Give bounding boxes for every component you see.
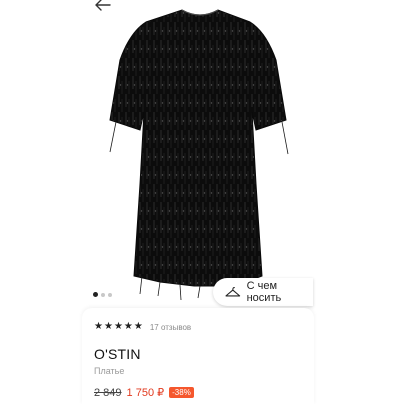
star-icon: ★ (133, 321, 143, 332)
star-icon: ★ (94, 321, 103, 332)
product-info-card: ★ ★ ★ ★ ★ 17 отзывов O'STIN Платье 2 849… (82, 308, 314, 404)
hanger-icon (225, 287, 241, 297)
product-image-dress[interactable] (96, 4, 304, 304)
price-row: 2 849 1 750 ₽ -38% (94, 386, 194, 399)
gallery-pagination[interactable] (93, 292, 112, 297)
product-screen: С чем носить ★ ★ ★ ★ ★ 17 отзывов O'STIN… (0, 0, 400, 404)
rating-row[interactable]: ★ ★ ★ ★ ★ 17 отзывов (94, 322, 191, 332)
reviews-count[interactable]: 17 отзывов (150, 323, 191, 332)
what-to-wear-button[interactable]: С чем носить (213, 278, 313, 306)
star-icon: ★ (103, 321, 113, 332)
what-to-wear-label: С чем носить (246, 280, 282, 304)
star-icon: ★ (113, 321, 123, 332)
sale-price: 1 750 ₽ (126, 387, 165, 399)
old-price: 2 849 (94, 386, 122, 399)
brand-name: O'STIN (94, 346, 141, 362)
star-icon: ★ (123, 321, 133, 332)
pagination-dot-active[interactable] (93, 292, 98, 297)
discount-badge: -38% (169, 387, 194, 398)
pagination-dot[interactable] (108, 292, 112, 297)
product-category: Платье (94, 366, 125, 376)
pagination-dot[interactable] (101, 292, 105, 297)
